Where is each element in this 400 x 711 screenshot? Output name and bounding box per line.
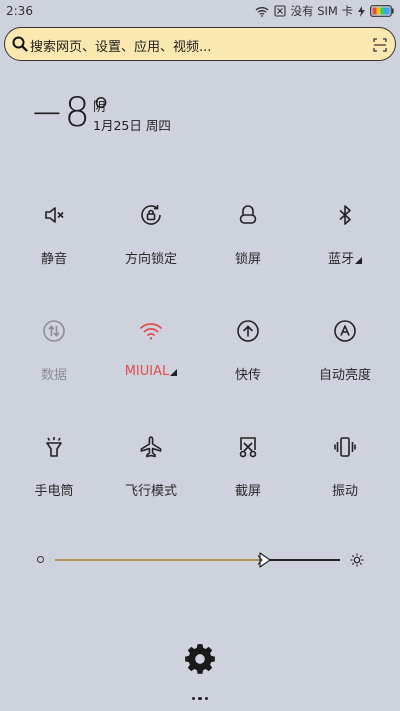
page-dot	[192, 697, 196, 700]
flashlight-icon	[42, 435, 66, 459]
airplane-icon	[139, 435, 163, 459]
page-dot-active	[198, 696, 202, 701]
weather-condition: 阴	[93, 99, 106, 114]
tile-label: 方向锁定	[124, 252, 177, 267]
search-icon	[12, 36, 28, 56]
tile-label: 锁屏	[234, 252, 261, 267]
settings-gear-icon[interactable]	[183, 642, 217, 680]
screenshot-icon	[236, 435, 260, 459]
brightness-slider[interactable]	[0, 548, 400, 572]
brightness-high-icon	[350, 552, 364, 571]
brightness-low-icon	[37, 556, 44, 563]
page-indicator	[0, 688, 400, 707]
charging-icon	[358, 5, 365, 17]
date: 1月25日 周四	[93, 118, 171, 133]
status-bar: 2:36 没有 SIM 卡	[0, 0, 400, 22]
tile-label: 静音	[40, 252, 67, 267]
sim-status-text: 没有 SIM 卡	[290, 4, 353, 18]
tile-label: 数据	[40, 368, 67, 383]
slider-thumb[interactable]	[257, 551, 273, 573]
tile-label: 自动亮度	[318, 368, 371, 383]
lock-icon	[236, 203, 260, 227]
wifi-status-icon	[255, 6, 269, 17]
tile-label-with-arrow: MIUIAL	[106, 364, 196, 379]
rotation-lock-icon	[139, 203, 163, 227]
tile-label: 振动	[331, 484, 358, 499]
status-time: 2:36	[6, 4, 33, 18]
tile-label: 手电筒	[34, 484, 74, 499]
mobile-data-icon	[42, 319, 66, 343]
mute-icon	[42, 203, 66, 227]
slider-track-filled	[55, 559, 267, 561]
vibrate-icon	[333, 435, 357, 459]
wifi-icon	[139, 319, 163, 343]
battery-icon	[370, 5, 394, 17]
expand-arrow-icon	[170, 369, 178, 376]
tile-label: 蓝牙	[327, 252, 354, 267]
expand-arrow-icon	[355, 257, 362, 264]
page-dot	[204, 697, 208, 700]
search-bar[interactable]: 搜索网页、设置、应用、视频...	[4, 27, 396, 61]
search-placeholder: 搜索网页、设置、应用、视频...	[30, 40, 212, 55]
tile-label: 飞行模式	[124, 484, 177, 499]
slider-track-empty	[268, 559, 340, 561]
tile-label: 截屏	[234, 484, 261, 499]
no-sim-icon	[274, 5, 286, 17]
bluetooth-icon	[333, 203, 357, 227]
quick-transfer-icon	[236, 319, 260, 343]
auto-brightness-icon	[333, 319, 357, 343]
tile-label-with-arrow: 蓝牙	[300, 248, 390, 267]
tile-label: 快传	[234, 368, 261, 383]
tile-label: MIUIAL	[124, 364, 170, 379]
scan-icon[interactable]	[373, 37, 387, 56]
